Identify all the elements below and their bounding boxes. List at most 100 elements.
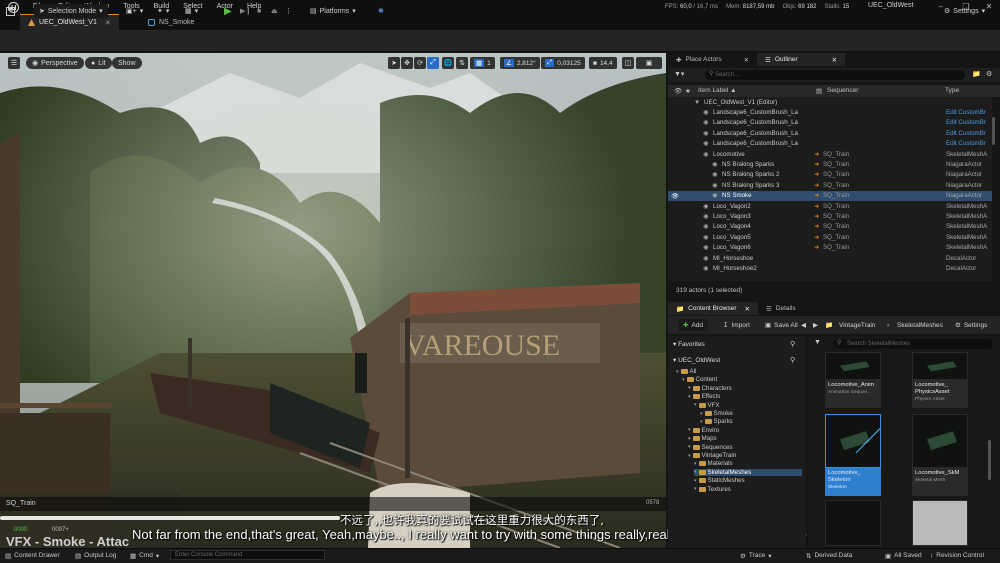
asset-tile[interactable]: Locomotive_SkM Skeletal Mesh [912, 414, 968, 496]
selection-mode-dropdown[interactable]: ➤ Selection Mode ▾ [34, 4, 108, 18]
add-button[interactable]: ✚ Add [678, 319, 709, 331]
tab-outliner[interactable]: ☰ Outliner ✕ [757, 53, 846, 66]
visibility-eye-icon[interactable]: 👁 [671, 192, 679, 200]
outliner-search-input[interactable]: Search... [705, 70, 965, 80]
blueprints-button[interactable]: ✦ ▾ [157, 4, 169, 18]
folder-content[interactable]: ▾ Content [682, 376, 717, 383]
all-saved-button[interactable]: ▣ All Saved [885, 550, 922, 561]
outliner-row[interactable]: ◉ Loco_Vagon4 ➜ SQ_Train SkeletalMeshA [668, 222, 992, 233]
tab-details[interactable]: ☰ Details [758, 302, 804, 315]
asset-search-input[interactable]: Search SkeletalMeshes [833, 339, 993, 349]
platforms-dropdown[interactable]: ▤ Platforms ▾ [310, 4, 356, 18]
folder-vintagetrain[interactable]: ▾ VintageTrain [688, 452, 736, 459]
lit-button[interactable]: ● Lit [85, 57, 112, 69]
type-header[interactable]: Type [945, 87, 959, 94]
add-actor-button[interactable]: ▣+ ▾ [126, 4, 143, 18]
asset-filter-icon[interactable]: ▼ [814, 339, 821, 346]
folder-characters[interactable]: ▾ Characters [688, 385, 732, 392]
play-button[interactable]: ▶ [224, 4, 232, 18]
output-log-button[interactable]: ▤ Output Log [75, 550, 116, 561]
outliner-row[interactable]: ◉ NS Braking Sparks ➜ SQ_Train NiagaraActor [668, 159, 992, 170]
surface-snap-icon[interactable]: ⇅ [456, 57, 468, 69]
actor-type[interactable]: Edit CustomBr [946, 119, 986, 126]
outliner-row[interactable]: ◉ MI_Horseshoe2 DecalActor [668, 263, 992, 274]
asset-tile[interactable]: Locomotive_ PhysicsAsset Physics Asset [912, 352, 968, 408]
trace-button[interactable]: ⚙ Trace ▾ [740, 550, 771, 561]
step-button[interactable]: ▶❙ [240, 4, 251, 18]
scale-icon[interactable]: ⤢ [427, 57, 439, 69]
add-folder-icon[interactable]: 📁 [972, 70, 981, 78]
maximize-viewport-icon[interactable]: ▣ [636, 57, 662, 69]
sources-search-icon[interactable]: ⚲ [790, 356, 795, 364]
camera-speed-button[interactable]: ■ 14,4 [589, 57, 617, 69]
folder-enviro[interactable]: ▾ Enviro [688, 427, 719, 434]
outliner-scrollbar[interactable] [992, 117, 995, 145]
outliner-row[interactable]: ◉ Landscape6_CustomBrush_La Edit CustomBr [668, 139, 992, 150]
revision-control-button[interactable]: ↕ Revision Control [930, 550, 984, 561]
outliner-row[interactable]: 👁 ◉ NS Smoke ➜ SQ_Train NiagaraActor [668, 190, 992, 202]
cinematics-button[interactable]: ▦ ▾ [185, 4, 198, 18]
pin-column-icon[interactable]: ★ [685, 87, 691, 95]
folder-textures[interactable]: ▾ Textures [694, 486, 731, 493]
favorites-section[interactable]: ▾ Favorites [673, 340, 705, 348]
folder-smoke[interactable]: ▾ Smoke [700, 410, 733, 417]
outliner-settings-icon[interactable]: ⚙ [986, 70, 992, 78]
scale-snap-toggle[interactable]: ⤢ 0,03125 [541, 57, 585, 69]
rotate-icon[interactable]: ⟳ [414, 57, 426, 69]
outliner-row[interactable]: ◉ Loco_Vagon2 ➜ SQ_Train SkeletalMeshA [668, 201, 992, 212]
import-button[interactable]: ↧ Import [718, 319, 755, 331]
outliner-row[interactable]: ◉ Landscape6_CustomBrush_La Edit CustomBr [668, 107, 992, 118]
cb-settings-button[interactable]: ⚙ Settings [950, 319, 992, 331]
folder-skeletalmeshes[interactable]: ▾ SkeletalMeshes [694, 468, 802, 476]
folder-maps[interactable]: ▾ Maps [688, 435, 717, 442]
tab-close-icon[interactable]: ✕ [105, 19, 111, 27]
folder-effects[interactable]: ▾ Effects [688, 393, 720, 400]
breadcrumb-vintagetrain[interactable]: VintageTrain [834, 319, 881, 331]
tab-place-actors[interactable]: ✚ Place Actors ✕ [668, 53, 757, 66]
project-root-section[interactable]: ▾ UEC_OldWest [673, 356, 720, 364]
item-label-header[interactable]: Item Label ▲ [698, 87, 737, 94]
viewport-options-icon[interactable]: ☰ [8, 57, 20, 69]
layout-icon[interactable]: ◫ [622, 57, 634, 69]
visibility-column-icon[interactable]: 👁 [674, 87, 682, 95]
folder-sequences[interactable]: ▾ Sequences [688, 444, 732, 451]
folder-vfx[interactable]: ▾ VFX [694, 402, 720, 409]
actor-type[interactable]: Edit CustomBr [946, 140, 986, 147]
outliner-row[interactable]: ▼ UEC_OldWest_V1 (Editor) [668, 97, 992, 108]
folder-staticmeshes[interactable]: ▾ StaticMeshes [694, 477, 745, 484]
folder-all[interactable]: ▾ All [676, 368, 696, 375]
tab-content-browser[interactable]: 📁 Content Browser ✕ [668, 302, 758, 315]
breadcrumb-skeletalmeshes[interactable]: SkeletalMeshes [892, 319, 948, 331]
asset-tile[interactable]: Locomotive_Anim Animation Sequen... [825, 352, 881, 408]
sequence-progress-bar[interactable] [0, 516, 340, 520]
outliner-row[interactable]: ◉ MI_Horseshoe DecalActor [668, 253, 992, 264]
show-button[interactable]: Show [112, 57, 142, 69]
tab-close-icon[interactable]: ✕ [832, 56, 837, 64]
asset-tile[interactable] [825, 500, 881, 546]
outliner-row[interactable]: ◉ NS Braking Sparks 3 ➜ SQ_Train NiagaraActo… [668, 180, 992, 191]
console-input[interactable]: Enter Console Command [170, 550, 325, 560]
content-drawer-button[interactable]: ▤ Content Drawer [5, 550, 60, 561]
settings-dropdown[interactable]: ⚙ Settings ▾ [944, 4, 985, 18]
tab-close-icon[interactable]: ✕ [745, 305, 750, 313]
grid-snap-toggle[interactable]: ▦ 1 [470, 57, 495, 69]
folder-materials[interactable]: ▾ Materials [694, 460, 733, 467]
asset-scrollbar[interactable] [988, 440, 991, 480]
folder-sparks[interactable]: ▾ Sparks [700, 418, 733, 425]
translate-icon[interactable]: ✥ [401, 57, 413, 69]
outliner-row[interactable]: ◉ Landscape6_CustomBrush_La Edit CustomBr [668, 118, 992, 129]
outliner-row[interactable]: ◉ Loco_Vagon6 ➜ SQ_Train SkeletalMeshA [668, 243, 992, 254]
actor-type[interactable]: Edit CustomBr [946, 109, 986, 116]
asset-tile[interactable] [912, 500, 968, 546]
outliner-row[interactable]: ◉ Loco_Vagon5 ➜ SQ_Train SkeletalMeshA [668, 232, 992, 243]
sequencer-header[interactable]: Sequencer [827, 87, 858, 94]
outliner-row[interactable]: ◉ Locomotive ➜ SQ_Train SkeletalMeshA [668, 149, 992, 160]
level-viewport[interactable]: VAREOUSE [0, 53, 666, 548]
outliner-row[interactable]: ◉ NS Braking Sparks 2 ➜ SQ_Train NiagaraActo… [668, 170, 992, 181]
eject-button[interactable]: ⏏ [271, 4, 278, 18]
stop-button[interactable]: ■ [257, 4, 261, 18]
tab-close-icon[interactable]: ✕ [744, 56, 749, 64]
select-mode-icon[interactable]: ➤ [388, 57, 400, 69]
rotation-snap-toggle[interactable]: ∠ 2,812° [500, 57, 540, 69]
perspective-button[interactable]: ◉ Perspective [26, 57, 84, 69]
